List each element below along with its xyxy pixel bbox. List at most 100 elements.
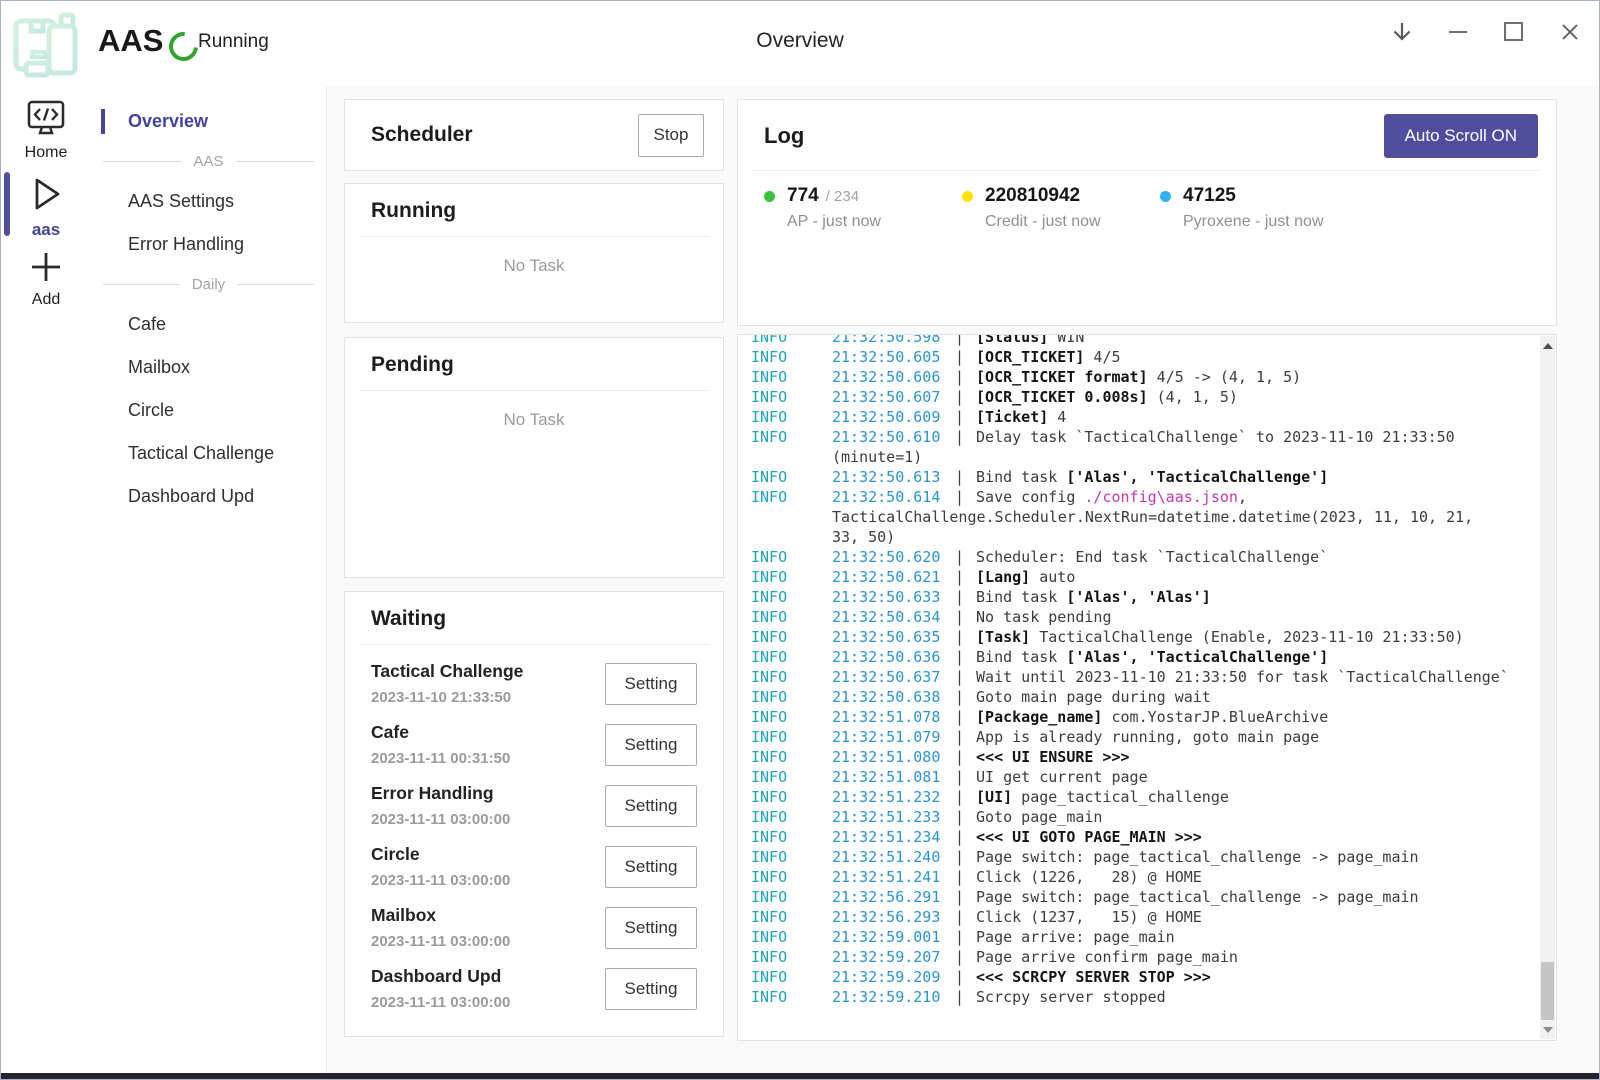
stat-value-row: 47125: [1160, 185, 1358, 207]
scrollbar-thumb[interactable]: [1541, 962, 1554, 1020]
scrollbar-up-arrow[interactable]: [1540, 337, 1555, 354]
divider-line: [103, 284, 180, 285]
rail-item-add[interactable]: Add: [1, 247, 91, 309]
nav-item-aas-settings[interactable]: AAS Settings: [91, 180, 326, 223]
main-area: Scheduler Stop Running No Task Pending N…: [328, 86, 1599, 1073]
log-message: Goto page_main: [976, 807, 1102, 827]
log-line: INFO21:32:50.605|[OCR_TICKET] 4/5: [751, 347, 1537, 367]
nav-item-dashboard-upd[interactable]: Dashboard Upd: [91, 475, 326, 518]
log-separator: |: [955, 487, 964, 507]
log-message: Page arrive confirm page_main: [976, 947, 1238, 967]
minimize-button[interactable]: [1444, 18, 1471, 45]
log-timestamp: 21:32:50.636: [832, 647, 955, 667]
running-title: Running: [371, 199, 456, 222]
log-line: INFO21:32:50.607|[OCR_TICKET 0.008s] (4,…: [751, 387, 1537, 407]
titlebar: AAS Running Overview: [1, 1, 1599, 86]
task-setting-button-mailbox[interactable]: Setting: [605, 907, 697, 949]
log-timestamp: 21:32:50.609: [832, 407, 955, 427]
running-empty-text: No Task: [345, 256, 723, 276]
scheduler-stop-button[interactable]: Stop: [638, 114, 704, 157]
nav-section-divider-aas: AAS: [91, 143, 326, 180]
log-separator: |: [955, 787, 964, 807]
waiting-title: Waiting: [371, 607, 446, 630]
log-line: INFO21:32:59.209|<<< SCRCPY SERVER STOP …: [751, 967, 1537, 987]
rail-label-home: Home: [25, 144, 68, 162]
rail-item-aas[interactable]: aas: [1, 172, 91, 240]
log-message: [Lang] auto: [976, 567, 1075, 587]
log-level: INFO: [751, 387, 832, 407]
rail-item-home[interactable]: Home: [1, 98, 91, 162]
log-message: Page arrive: page_main: [976, 927, 1175, 947]
waiting-task-row-mailbox: Mailbox2023-11-11 03:00:00Setting: [371, 898, 697, 959]
log-message: Delay task `TacticalChallenge` to 2023-1…: [976, 427, 1455, 447]
log-level: INFO: [751, 587, 832, 607]
log-line: INFO21:32:51.240|Page switch: page_tacti…: [751, 847, 1537, 867]
log-message: <<< UI GOTO PAGE_MAIN >>>: [976, 827, 1202, 847]
log-line: INFO21:32:59.210|Scrcpy server stopped: [751, 987, 1537, 1007]
log-level: INFO: [751, 467, 832, 487]
log-line: INFO21:32:51.232|[UI] page_tactical_chal…: [751, 787, 1537, 807]
log-line: INFO21:32:50.634|No task pending: [751, 607, 1537, 627]
log-level: INFO: [751, 927, 832, 947]
nav-item-cafe[interactable]: Cafe: [91, 303, 326, 346]
left-rail: Home aas Add: [1, 86, 92, 1073]
task-setting-button-cafe[interactable]: Setting: [605, 724, 697, 766]
close-button[interactable]: [1556, 18, 1583, 45]
nav-item-tactical-challenge[interactable]: Tactical Challenge: [91, 432, 326, 475]
task-setting-button-circle[interactable]: Setting: [605, 846, 697, 888]
log-level: INFO: [751, 807, 832, 827]
maximize-button[interactable]: [1500, 18, 1527, 45]
log-separator: |: [955, 587, 964, 607]
log-level: INFO: [751, 487, 832, 507]
log-message: [Task] TacticalChallenge (Enable, 2023-1…: [976, 627, 1464, 647]
log-separator: |: [955, 767, 964, 787]
log-level: INFO: [751, 907, 832, 927]
triangle-up-icon: [1543, 343, 1553, 349]
log-message: Goto main page during wait: [976, 687, 1211, 707]
nav-item-circle[interactable]: Circle: [91, 389, 326, 432]
nav-section-divider-daily: Daily: [91, 266, 326, 303]
auto-scroll-toggle-button[interactable]: Auto Scroll ON: [1384, 114, 1538, 158]
log-timestamp: 21:32:59.207: [832, 947, 955, 967]
stat-credit: 220810942Credit - just now: [962, 185, 1160, 231]
log-level: INFO: [751, 347, 832, 367]
log-line: INFO21:32:50.635|[Task] TacticalChalleng…: [751, 627, 1537, 647]
log-separator: |: [955, 547, 964, 567]
nav-item-overview[interactable]: Overview: [91, 100, 326, 143]
log-line: INFO21:32:50.620|Scheduler: End task `Ta…: [751, 547, 1537, 567]
log-timestamp: 21:32:50.633: [832, 587, 955, 607]
log-separator: |: [955, 987, 964, 1007]
app-window: AAS Running Overview: [0, 0, 1600, 1080]
log-message: App is already running, goto main page: [976, 727, 1319, 747]
log-line: INFO21:32:50.638|Goto main page during w…: [751, 687, 1537, 707]
log-separator: |: [955, 967, 964, 987]
window-bottom-edge: [1, 1073, 1599, 1079]
log-message: <<< SCRCPY SERVER STOP >>>: [976, 967, 1211, 987]
task-setting-button-error-handling[interactable]: Setting: [605, 785, 697, 827]
divider: [360, 236, 708, 237]
log-scrollbar[interactable]: [1540, 336, 1555, 1039]
task-setting-button-tactical-challenge[interactable]: Setting: [605, 663, 697, 705]
stat-label: AP - just now: [764, 213, 962, 231]
window-controls: [1388, 18, 1583, 45]
nav-item-mailbox[interactable]: Mailbox: [91, 346, 326, 389]
scheduler-status-text: Running: [198, 31, 269, 53]
scrollbar-down-arrow[interactable]: [1540, 1021, 1555, 1038]
pending-empty-text: No Task: [345, 410, 723, 430]
divider-line: [236, 161, 315, 162]
log-timestamp: 21:32:51.080: [832, 747, 955, 767]
task-setting-button-dashboard-upd[interactable]: Setting: [605, 968, 697, 1010]
log-stats-card: Log Auto Scroll ON 774/ 234AP - just now…: [737, 99, 1557, 326]
nav-item-error-handling[interactable]: Error Handling: [91, 223, 326, 266]
log-separator: |: [955, 907, 964, 927]
log-message: Bind task ['Alas', 'Alas']: [976, 587, 1211, 607]
log-level: INFO: [751, 367, 832, 387]
log-message: <<< UI ENSURE >>>: [976, 747, 1130, 767]
plus-icon: [26, 247, 66, 287]
log-line: INFO21:32:50.621|[Lang] auto: [751, 567, 1537, 587]
log-scroll-area[interactable]: INFO21:32:50.598|[Status] WININFO21:32:5…: [751, 335, 1537, 1038]
app-name: AAS: [98, 23, 163, 59]
scheduler-title: Scheduler: [371, 123, 638, 147]
log-timestamp: 21:32:51.234: [832, 827, 955, 847]
download-update-button[interactable]: [1388, 18, 1415, 45]
